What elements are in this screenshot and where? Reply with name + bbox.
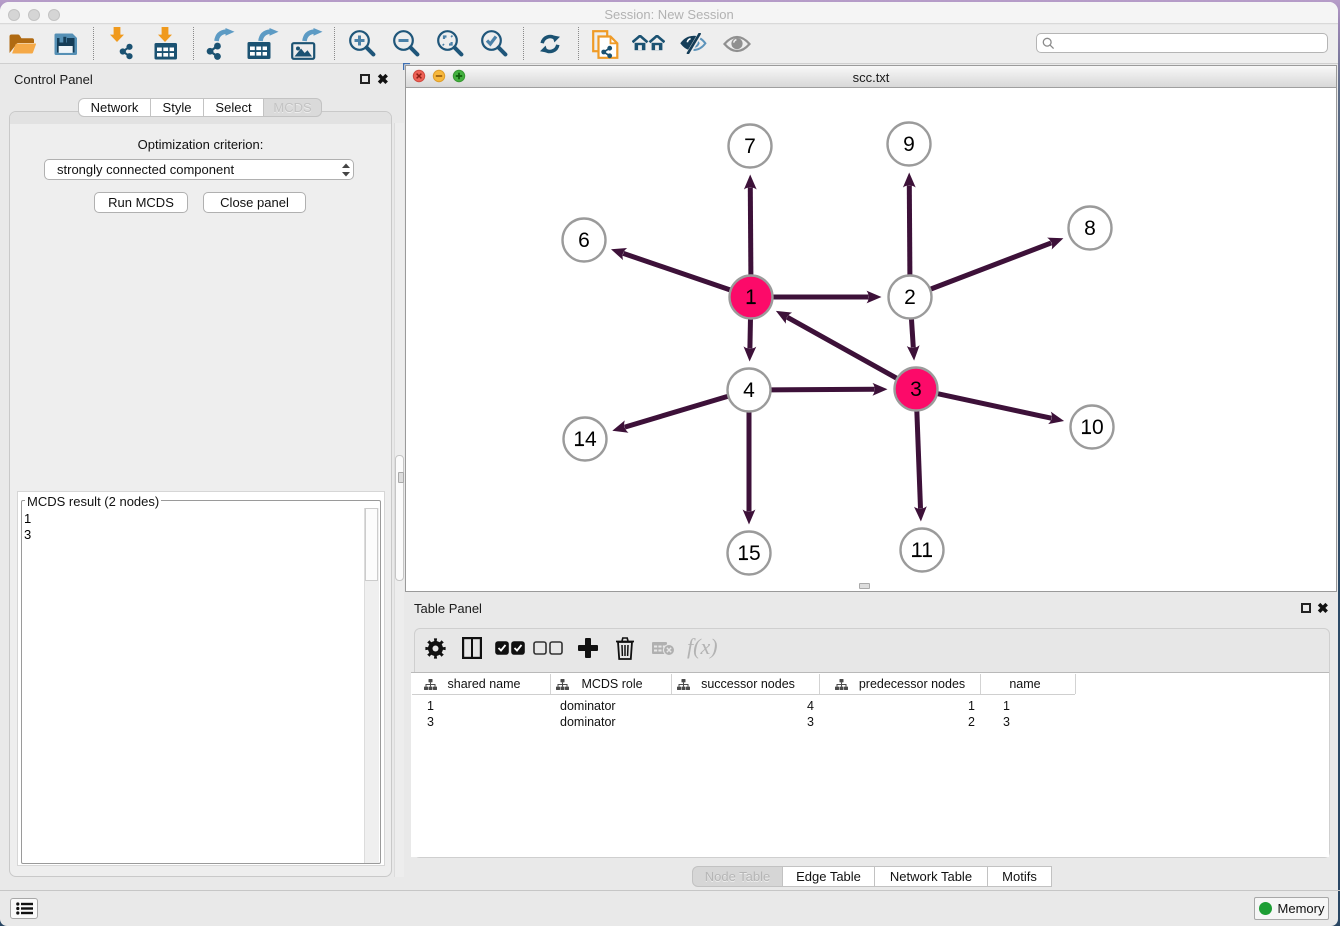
svg-text:3: 3 [910, 378, 922, 401]
svg-text:15: 15 [737, 542, 760, 565]
svg-text:11: 11 [911, 539, 933, 562]
svg-text:1: 1 [745, 286, 757, 309]
svg-text:6: 6 [578, 229, 590, 252]
svg-text:10: 10 [1080, 416, 1103, 439]
svg-text:7: 7 [744, 135, 756, 158]
svg-text:2: 2 [904, 286, 916, 309]
svg-text:4: 4 [743, 379, 755, 402]
svg-text:9: 9 [903, 133, 915, 156]
svg-text:14: 14 [573, 428, 597, 451]
svg-text:8: 8 [1084, 217, 1096, 240]
